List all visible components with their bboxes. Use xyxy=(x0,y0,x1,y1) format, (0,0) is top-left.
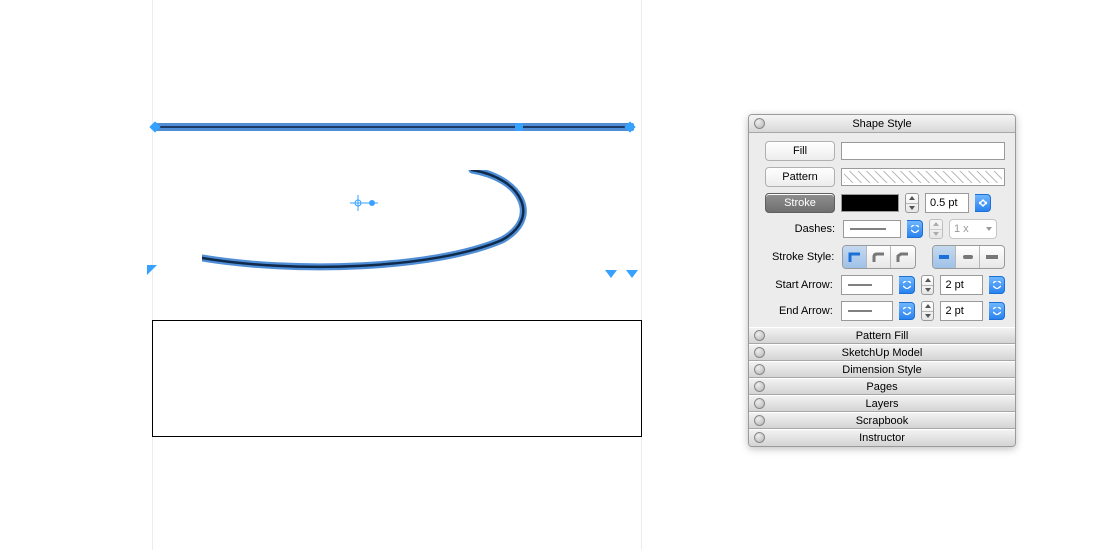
end-arrow-dropdown-button[interactable] xyxy=(899,302,915,320)
end-arrow-size-dropdown[interactable] xyxy=(989,302,1005,320)
section-toggle-icon xyxy=(754,398,765,409)
canvas[interactable] xyxy=(0,0,700,550)
dashes-label: Dashes: xyxy=(759,223,837,235)
start-arrow-stepper[interactable] xyxy=(921,275,935,295)
stroke-weight-stepper[interactable] xyxy=(905,193,919,213)
start-arrow-dropdown-button[interactable] xyxy=(899,276,915,294)
section-header-pattern-fill[interactable]: Pattern Fill xyxy=(749,327,1015,344)
section-toggle-icon xyxy=(754,432,765,443)
start-arrow-dropdown[interactable] xyxy=(841,275,893,295)
section-header-instructor[interactable]: Instructor xyxy=(749,429,1015,446)
dashes-multiplier-dropdown[interactable]: 1 x xyxy=(949,219,997,239)
dashes-multiplier-stepper[interactable] xyxy=(929,219,943,239)
stroke-row: Stroke 0.5 pt xyxy=(759,193,1005,213)
selection-corner-handle[interactable] xyxy=(626,270,638,278)
section-header-layers[interactable]: Layers xyxy=(749,395,1015,412)
dashes-row: Dashes: 1 x xyxy=(759,219,1005,239)
shape-style-body: Fill Pattern Stroke 0.5 pt xyxy=(749,133,1015,327)
start-arrow-input[interactable]: 2 pt xyxy=(940,275,983,295)
selected-curve-object[interactable] xyxy=(202,170,532,290)
fill-color-well[interactable] xyxy=(841,142,1005,160)
selection-corner-handle[interactable] xyxy=(147,265,157,275)
cap-butt-option[interactable] xyxy=(933,246,957,268)
corner-miter-option[interactable] xyxy=(843,246,867,268)
section-toggle-icon xyxy=(754,381,765,392)
selected-line-object[interactable] xyxy=(155,123,634,131)
section-header-scrapbook[interactable]: Scrapbook xyxy=(749,412,1015,429)
fill-row: Fill xyxy=(759,141,1005,161)
dashes-dropdown[interactable] xyxy=(843,220,901,238)
corner-round-option[interactable] xyxy=(867,246,891,268)
end-arrow-input[interactable]: 2 pt xyxy=(940,301,983,321)
panel-title: Shape Style xyxy=(852,118,911,130)
stroke-style-label: Stroke Style: xyxy=(759,251,836,263)
section-header-pages[interactable]: Pages xyxy=(749,378,1015,395)
pattern-row: Pattern xyxy=(759,167,1005,187)
line-midpoint-handle[interactable] xyxy=(515,123,523,131)
section-header-dimension-style[interactable]: Dimension Style xyxy=(749,361,1015,378)
start-arrow-size-dropdown[interactable] xyxy=(989,276,1005,294)
chevron-down-icon xyxy=(986,227,992,231)
panel-title-bar[interactable]: Shape Style xyxy=(749,115,1015,133)
stroke-color-well[interactable] xyxy=(841,194,899,212)
corner-style-segmented[interactable] xyxy=(842,245,915,269)
fill-toggle-button[interactable]: Fill xyxy=(765,141,835,161)
rectangle-object[interactable] xyxy=(152,320,642,437)
line-stroke xyxy=(155,126,634,128)
pattern-toggle-button[interactable]: Pattern xyxy=(765,167,835,187)
end-arrow-dropdown[interactable] xyxy=(841,301,893,321)
stroke-style-row: Stroke Style: xyxy=(759,245,1005,269)
section-toggle-icon xyxy=(754,364,765,375)
corner-bevel-option[interactable] xyxy=(891,246,915,268)
stroke-weight-input[interactable]: 0.5 pt xyxy=(925,193,969,213)
stroke-toggle-button[interactable]: Stroke xyxy=(765,193,835,213)
start-arrow-row: Start Arrow: 2 pt xyxy=(759,275,1005,295)
stroke-weight-dropdown[interactable] xyxy=(975,194,991,212)
cap-square-option[interactable] xyxy=(980,246,1004,268)
cap-style-segmented[interactable] xyxy=(932,245,1005,269)
inspector-panel: Shape Style Fill Pattern Stroke xyxy=(748,114,1016,447)
cap-round-option[interactable] xyxy=(956,246,980,268)
selection-corner-handle[interactable] xyxy=(605,270,617,278)
start-arrow-label: Start Arrow: xyxy=(759,279,835,291)
section-header-sketchup-model[interactable]: SketchUp Model xyxy=(749,344,1015,361)
end-arrow-stepper[interactable] xyxy=(921,301,935,321)
dashes-dropdown-button[interactable] xyxy=(907,220,923,238)
panel-close-button[interactable] xyxy=(754,118,765,129)
end-arrow-row: End Arrow: 2 pt xyxy=(759,301,1005,321)
end-arrow-label: End Arrow: xyxy=(759,305,835,317)
pattern-swatch[interactable] xyxy=(841,168,1005,186)
section-toggle-icon xyxy=(754,330,765,341)
section-toggle-icon xyxy=(754,347,765,358)
section-toggle-icon xyxy=(754,415,765,426)
